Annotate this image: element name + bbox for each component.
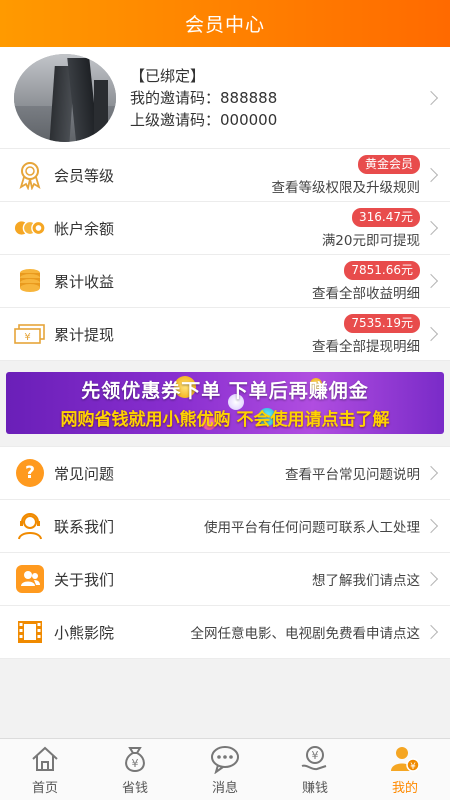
tab-label: 消息	[211, 781, 238, 796]
menu-item-label: 小熊影院	[54, 623, 115, 642]
menu-item-faq[interactable]: ? 常见问题 查看平台常见问题说明	[0, 447, 450, 500]
row-label: 累计收益	[54, 272, 115, 291]
svg-text:¥: ¥	[410, 762, 416, 772]
row-subtext: 查看全部提现明细	[312, 338, 420, 355]
profile-info: 【已绑定】 我的邀请码：888888 上级邀请码：000000	[130, 65, 277, 131]
page-title: 会员中心	[184, 14, 265, 36]
row-subtext: 满20元即可提现	[321, 232, 420, 249]
chevron-right-icon	[423, 571, 439, 587]
chevron-right-icon	[423, 518, 439, 534]
menu-item-contact[interactable]: 联系我们 使用平台有任何问题可联系人工处理	[0, 500, 450, 553]
withdrawals-badge: 7535.19元	[344, 313, 420, 333]
tab-earn[interactable]: ¥ 赚钱	[270, 739, 360, 800]
tab-save[interactable]: ¥ 省钱	[90, 739, 180, 800]
tab-label: 我的	[391, 781, 418, 796]
svg-text:¥: ¥	[24, 332, 30, 343]
medal-icon	[14, 160, 46, 190]
tab-label: 赚钱	[301, 781, 328, 796]
banner-headline: 先领优惠券下单 下单后再赚佣金	[81, 380, 369, 402]
balance-badge: 316.47元	[352, 207, 420, 227]
chevron-right-icon	[423, 273, 439, 289]
menu-item-label: 常见问题	[54, 464, 115, 483]
tab-label: 省钱	[121, 781, 148, 796]
profile-card[interactable]: 【已绑定】 我的邀请码：888888 上级邀请码：000000	[0, 47, 450, 148]
chevron-right-icon	[423, 90, 439, 105]
member-level-badge: 黄金会员	[357, 154, 420, 174]
menu-item-desc: 查看平台常见问题说明	[285, 467, 420, 483]
row-subtext: 查看等级权限及升级规则	[271, 179, 421, 196]
menu-item-about[interactable]: 关于我们 想了解我们请点这	[0, 553, 450, 606]
bind-status: 【已绑定】	[130, 66, 206, 85]
support-agent-icon	[14, 511, 46, 541]
user-yen-icon: ¥	[388, 743, 422, 775]
menu-item-desc: 使用平台有任何问题可联系人工处理	[204, 520, 420, 536]
app-header: 会员中心	[0, 0, 450, 47]
tab-home[interactable]: 首页	[0, 739, 90, 800]
chevron-right-icon	[423, 465, 439, 481]
menu-item-desc: 全网任意电影、电视剧免费看申请点这	[190, 626, 421, 642]
bottom-tab-bar: 首页 ¥ 省钱 消息 ¥ 赚钱 ¥ 我的	[0, 738, 450, 800]
chevron-right-icon	[423, 326, 439, 342]
row-subtext: 查看全部收益明细	[312, 285, 420, 302]
svg-text:¥: ¥	[132, 757, 139, 770]
coins-icon	[14, 213, 46, 243]
chevron-right-icon	[423, 220, 439, 236]
banner-subline: 网购省钱就用小熊优购 不会使用请点击了解	[60, 410, 390, 430]
people-icon	[14, 564, 46, 594]
banner-container: 先领优惠券下单 下单后再赚佣金 网购省钱就用小熊优购 不会使用请点击了解	[0, 361, 450, 446]
row-label: 累计提现	[54, 325, 115, 344]
stats-list: 会员等级 黄金会员 查看等级权限及升级规则 帐户余额 316.47元 满20元即…	[0, 148, 450, 361]
avatar[interactable]	[14, 53, 116, 142]
tab-messages[interactable]: 消息	[180, 739, 270, 800]
row-label: 会员等级	[54, 166, 115, 185]
chevron-right-icon	[423, 624, 439, 640]
row-label: 帐户余额	[54, 219, 115, 238]
invite-code: 我的邀请码：888888	[130, 88, 278, 107]
menu-item-desc: 想了解我们请点这	[312, 573, 420, 589]
menu-item-label: 关于我们	[54, 570, 115, 589]
row-balance[interactable]: 帐户余额 316.47元 满20元即可提现	[0, 202, 450, 255]
film-icon	[14, 617, 46, 647]
menu-item-label: 联系我们	[54, 517, 115, 536]
tab-mine[interactable]: ¥ 我的	[360, 739, 450, 800]
home-icon	[28, 743, 62, 775]
row-total-withdrawals[interactable]: ¥ 累计提现 7535.19元 查看全部提现明细	[0, 308, 450, 361]
parent-invite-code: 上级邀请码：000000	[130, 110, 278, 129]
row-total-earnings[interactable]: 累计收益 7851.66元 查看全部收益明细	[0, 255, 450, 308]
money-bag-icon: ¥	[118, 743, 152, 775]
menu-item-cinema[interactable]: 小熊影院 全网任意电影、电视剧免费看申请点这	[0, 606, 450, 659]
yen-hand-icon: ¥	[298, 743, 332, 775]
row-member-level[interactable]: 会员等级 黄金会员 查看等级权限及升级规则	[0, 149, 450, 202]
earnings-badge: 7851.66元	[344, 260, 420, 280]
chat-icon	[208, 743, 242, 775]
tab-label: 首页	[31, 781, 58, 796]
cash-icon: ¥	[14, 319, 46, 349]
promo-banner[interactable]: 先领优惠券下单 下单后再赚佣金 网购省钱就用小熊优购 不会使用请点击了解	[6, 372, 444, 434]
menu-list: ? 常见问题 查看平台常见问题说明 联系我们 使用平台有任何问题可联系人工处理 …	[0, 446, 450, 659]
question-icon: ?	[14, 458, 46, 488]
svg-text:¥: ¥	[312, 749, 319, 762]
chevron-right-icon	[423, 167, 439, 183]
coin-stack-icon	[14, 266, 46, 296]
